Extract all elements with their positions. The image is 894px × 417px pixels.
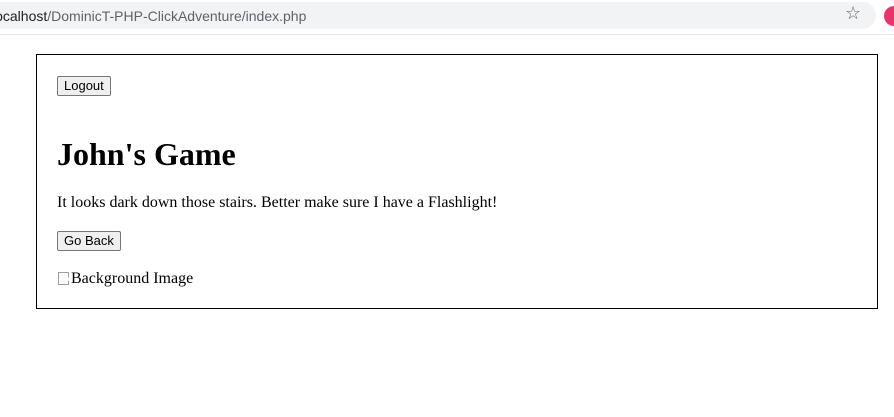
go-back-button[interactable]: Go Back: [57, 231, 121, 251]
url-field[interactable]: localhost/DominicT-PHP-ClickAdventure/in…: [0, 2, 876, 29]
broken-image-icon: [57, 271, 71, 287]
url-host: localhost: [0, 8, 48, 24]
background-image-alt-text: Background Image: [71, 270, 194, 287]
page-title: John's Game: [57, 136, 236, 172]
url-text[interactable]: localhost/DominicT-PHP-ClickAdventure/in…: [0, 8, 306, 24]
game-panel: Logout John's Game It looks dark down th…: [36, 54, 878, 309]
toolbar-divider: [0, 34, 894, 35]
bookmark-star-icon[interactable]: ☆: [845, 3, 861, 25]
browser-address-bar: localhost/DominicT-PHP-ClickAdventure/in…: [0, 0, 894, 31]
avatar[interactable]: [884, 6, 894, 26]
background-image: Background Image: [57, 270, 193, 288]
logout-button[interactable]: Logout: [57, 76, 111, 96]
url-path: /DominicT-PHP-ClickAdventure/index.php: [47, 8, 307, 24]
story-text: It looks dark down those stairs. Better …: [57, 194, 498, 211]
